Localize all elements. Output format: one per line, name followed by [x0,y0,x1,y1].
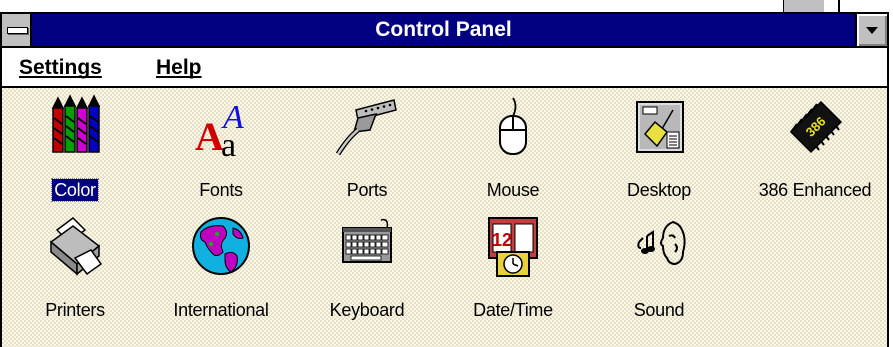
system-menu-button[interactable] [2,14,32,46]
applet-label: International [173,300,269,320]
printer-icon [49,217,103,276]
keyboard-icon [342,218,392,263]
system-menu-icon [7,27,28,34]
calendar-clock-icon: 12 [488,217,538,277]
applet-label: Mouse [486,180,540,200]
svg-text:A: A [195,114,224,158]
svg-text:a: a [221,127,236,158]
desktop-icon [636,101,684,153]
applet-label: Date/Time [473,300,553,320]
fonts-icon: A A a [195,99,244,158]
applet-label: Printers [45,300,105,320]
icon-area: Color A A a Fonts Ports Mouse Desktop 38… [2,88,887,347]
applet-sound[interactable]: Sound [586,214,732,332]
applet-label: Color [51,178,99,202]
applet-label: 386 Enhanced [758,180,872,200]
crayons-icon [51,94,101,153]
applet-printers[interactable]: Printers [2,214,148,332]
applet-ports[interactable]: Ports [294,94,440,212]
applet-label: Ports [346,180,388,200]
applet-label: Keyboard [329,300,405,320]
mouse-icon [499,97,527,155]
calendar-digits: 12 [492,230,512,250]
applet-international[interactable]: International [148,214,294,332]
ports-icon [335,99,397,156]
chip-icon: 386 [789,100,843,154]
minimize-arrow-icon [866,27,878,34]
applet-fonts[interactable]: A A a Fonts [148,94,294,212]
menu-bar: Settings Help [2,48,887,88]
applet-label: Sound [633,300,685,320]
menu-settings[interactable]: Settings [19,56,102,80]
applet-label: Fonts [199,180,243,200]
menu-help[interactable]: Help [156,56,202,80]
title-bar[interactable]: Control Panel [2,14,887,48]
applet-label: Desktop [627,180,691,200]
applet-desktop[interactable]: Desktop [586,94,732,212]
window-title: Control Panel [375,18,512,41]
sound-icon [637,220,686,266]
applet-mouse[interactable]: Mouse [440,94,586,212]
applet-keyboard[interactable]: Keyboard [294,214,440,332]
globe-icon [192,217,250,275]
minimize-button[interactable] [855,14,887,46]
control-panel-window: Control Panel Settings Help Color A A a … [0,12,889,347]
applet-date-time[interactable]: 12 Date/Time [440,214,586,332]
applet-386-enhanced[interactable]: 386 386 Enhanced [742,94,888,212]
applet-color[interactable]: Color [2,94,148,212]
